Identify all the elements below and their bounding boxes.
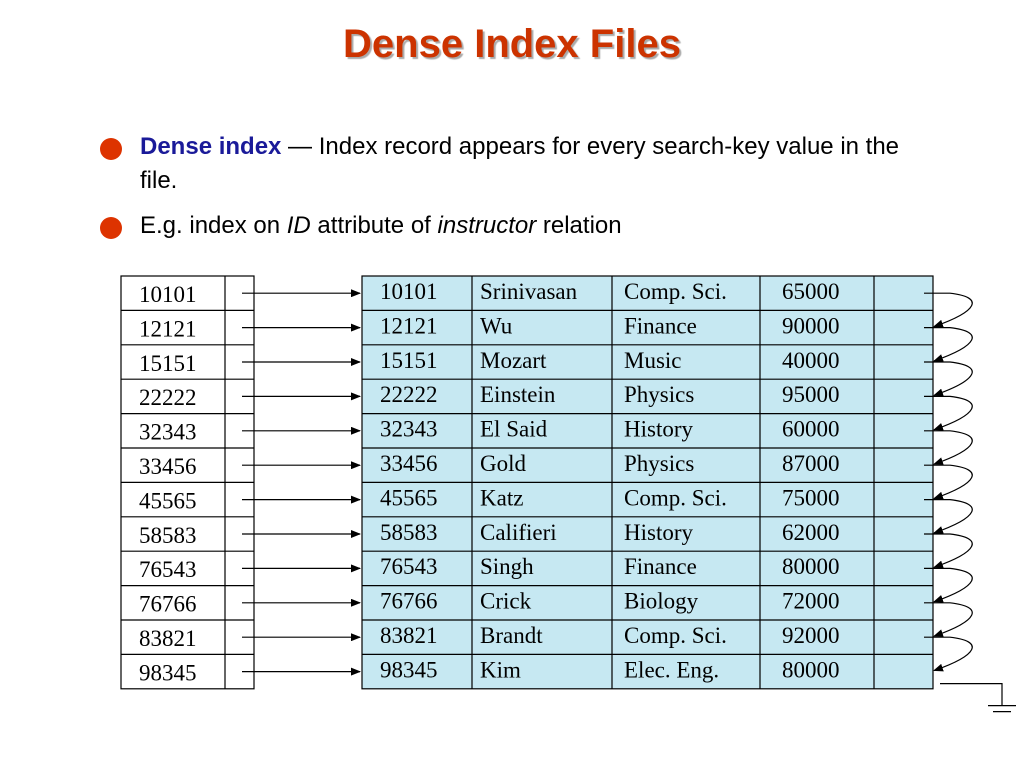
record-dept: History <box>624 520 694 545</box>
record-id: 83821 <box>380 623 438 648</box>
index-key: 83821 <box>139 626 197 651</box>
null-pointer-line <box>940 683 1003 706</box>
record-dept: Finance <box>624 554 697 579</box>
record-salary: 80000 <box>782 657 840 682</box>
record-dept: Physics <box>624 451 694 476</box>
record-dept: Comp. Sci. <box>624 623 727 648</box>
record-name: Einstein <box>480 382 556 407</box>
record-id: 33456 <box>380 451 438 476</box>
index-key: 76766 <box>139 592 197 617</box>
record-dept: Comp. Sci. <box>624 485 727 510</box>
record-id: 98345 <box>380 657 438 682</box>
record-dept: Music <box>624 348 682 373</box>
record-name: Crick <box>480 589 532 614</box>
record-id: 76766 <box>380 589 438 614</box>
record-salary: 87000 <box>782 451 840 476</box>
record-dept: Biology <box>624 589 699 614</box>
record-name: Califieri <box>480 520 557 545</box>
index-key: 10101 <box>139 282 197 307</box>
record-dept: Physics <box>624 382 694 407</box>
dense-index-diagram: 10101 10101 Srinivasan Comp. Sci. 65000 12121… <box>120 275 1016 713</box>
record-id: 15151 <box>380 348 438 373</box>
record-salary: 72000 <box>782 589 840 614</box>
record-name: Mozart <box>480 348 547 373</box>
record-name: Srinivasan <box>480 279 578 304</box>
index-key: 22222 <box>139 385 197 410</box>
record-id: 58583 <box>380 520 438 545</box>
index-key: 12121 <box>139 316 197 341</box>
record-name: Singh <box>480 554 534 579</box>
record-name: Katz <box>480 485 523 510</box>
record-salary: 80000 <box>782 554 840 579</box>
record-salary: 90000 <box>782 313 840 338</box>
record-dept: History <box>624 417 694 442</box>
record-id: 76543 <box>380 554 438 579</box>
record-dept: Comp. Sci. <box>624 279 727 304</box>
record-id: 32343 <box>380 417 438 442</box>
index-key: 15151 <box>139 351 197 376</box>
record-name: El Said <box>480 417 548 442</box>
record-salary: 62000 <box>782 520 840 545</box>
record-dept: Finance <box>624 313 697 338</box>
record-id: 12121 <box>380 313 438 338</box>
record-name: Wu <box>480 313 513 338</box>
record-name: Gold <box>480 451 527 476</box>
index-key: 33456 <box>139 454 197 479</box>
record-salary: 75000 <box>782 485 840 510</box>
record-salary: 65000 <box>782 279 840 304</box>
record-salary: 95000 <box>782 382 840 407</box>
record-salary: 92000 <box>782 623 840 648</box>
index-key: 32343 <box>139 420 197 445</box>
index-key: 45565 <box>139 488 197 513</box>
record-name: Brandt <box>480 623 543 648</box>
index-key: 76543 <box>139 557 197 582</box>
record-salary: 60000 <box>782 417 840 442</box>
index-key: 58583 <box>139 523 197 548</box>
record-id: 10101 <box>380 279 438 304</box>
index-key: 98345 <box>139 660 197 685</box>
record-salary: 40000 <box>782 348 840 373</box>
record-name: Kim <box>480 657 521 682</box>
record-dept: Elec. Eng. <box>624 657 719 682</box>
record-id: 22222 <box>380 382 438 407</box>
record-id: 45565 <box>380 485 438 510</box>
